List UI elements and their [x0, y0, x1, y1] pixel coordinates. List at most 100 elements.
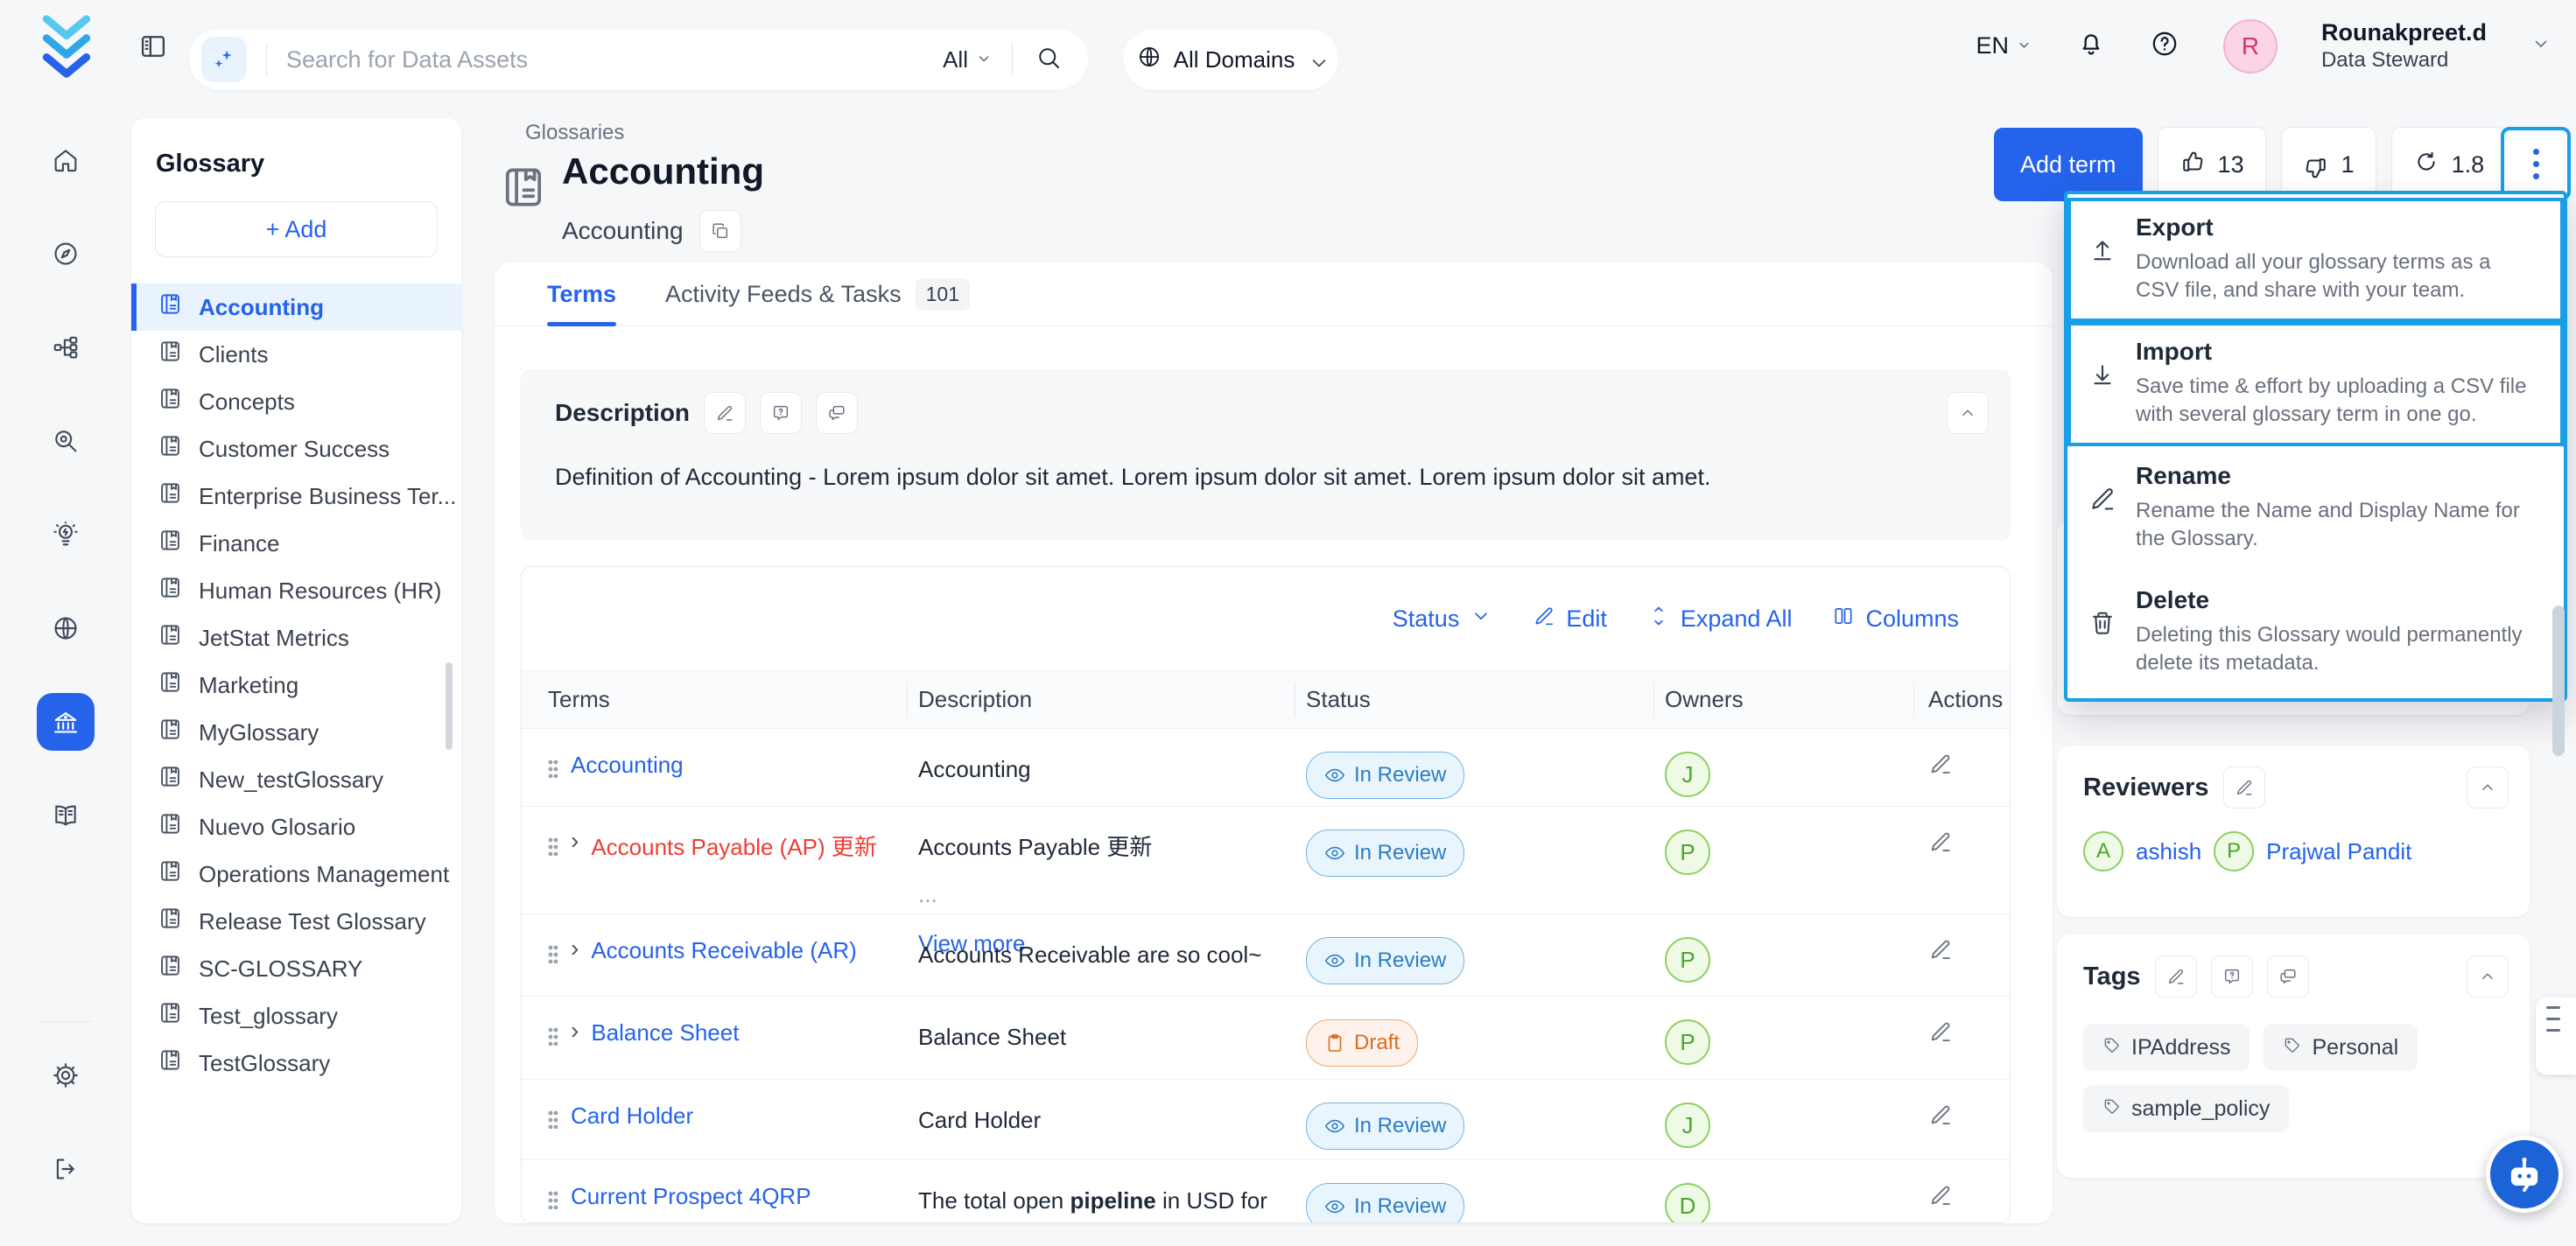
expand-all-button[interactable]: Expand All — [1647, 605, 1793, 634]
more-options-button[interactable] — [2501, 127, 2571, 200]
glossary-item[interactable]: New_testGlossary — [131, 756, 461, 803]
glossary-item[interactable]: Finance — [131, 520, 461, 567]
collapse-chevron-icon[interactable] — [2467, 956, 2509, 998]
tag-pill[interactable]: IPAddress — [2083, 1024, 2250, 1071]
menu-item-export[interactable]: ExportDownload all your glossary terms a… — [2067, 198, 2564, 322]
term-link[interactable]: Balance Sheet — [591, 1019, 739, 1046]
comments-icon[interactable] — [2267, 956, 2309, 998]
nav-settings[interactable] — [37, 1046, 95, 1104]
edit-row-pencil-icon[interactable] — [1928, 755, 1953, 781]
breadcrumb[interactable]: Glossaries — [525, 121, 624, 145]
glossary-item[interactable]: Enterprise Business Ter... — [131, 472, 461, 520]
expand-row-chevron-icon[interactable]: › — [571, 830, 579, 852]
term-link[interactable]: Accounts Payable (AP) 更新 — [591, 830, 877, 862]
reviewer-link[interactable]: ashish — [2136, 838, 2201, 865]
drag-handle-icon[interactable] — [548, 1190, 558, 1209]
edit-row-pencil-icon[interactable] — [1928, 941, 1953, 967]
owner-avatar[interactable]: D — [1665, 1183, 1710, 1223]
term-link[interactable]: Current Prospect 4QRP — [571, 1183, 811, 1210]
notifications-bell-icon[interactable] — [2076, 29, 2106, 63]
glossary-item[interactable]: SC-GLOSSARY — [131, 945, 461, 992]
glossary-item[interactable]: Operations Management — [131, 850, 461, 898]
expand-row-chevron-icon[interactable]: › — [571, 1019, 579, 1042]
edit-row-pencil-icon[interactable] — [1928, 833, 1953, 859]
owner-avatar[interactable]: P — [1665, 830, 1710, 875]
status-badge[interactable]: In Review — [1306, 752, 1464, 799]
help-icon[interactable] — [2150, 29, 2179, 63]
term-link[interactable]: Accounting — [571, 752, 684, 779]
glossary-scrollbar[interactable] — [446, 662, 453, 750]
owner-avatar[interactable]: J — [1665, 1102, 1710, 1148]
all-domains-dropdown[interactable]: All Domains — [1123, 29, 1338, 90]
term-link[interactable]: Accounts Receivable (AR) — [591, 937, 856, 964]
glossary-item[interactable]: TestGlossary — [131, 1040, 461, 1087]
status-badge[interactable]: In Review — [1306, 1183, 1464, 1223]
status-badge[interactable]: In Review — [1306, 937, 1464, 984]
glossary-item[interactable]: Concepts — [131, 378, 461, 425]
glossary-item[interactable]: Nuevo Glosario — [131, 803, 461, 850]
tag-pill[interactable]: sample_policy — [2083, 1085, 2289, 1132]
collapse-chevron-icon[interactable] — [2467, 766, 2509, 808]
glossary-item[interactable]: Human Resources (HR) — [131, 567, 461, 614]
glossary-item[interactable]: JetStat Metrics — [131, 614, 461, 662]
nav-discover[interactable] — [37, 412, 95, 470]
edge-widget[interactable] — [2536, 998, 2576, 1074]
glossary-item[interactable]: Clients — [131, 331, 461, 378]
menu-item-rename[interactable]: RenameRename the Name and Display Name f… — [2067, 446, 2564, 570]
drag-handle-icon[interactable] — [548, 1110, 558, 1129]
tab-terms[interactable]: Terms — [547, 262, 616, 326]
edit-pencil-icon[interactable] — [2223, 766, 2265, 808]
drag-handle-icon[interactable] — [548, 1026, 558, 1046]
glossary-item[interactable]: MyGlossary — [131, 709, 461, 756]
glossary-item[interactable]: Test_glossary — [131, 992, 461, 1040]
comment-question-icon[interactable] — [2211, 956, 2253, 998]
owner-avatar[interactable]: P — [1665, 1019, 1710, 1065]
language-dropdown[interactable]: EN — [1976, 32, 2032, 60]
nav-domains[interactable] — [37, 599, 95, 657]
reviewer-avatar[interactable]: P — [2214, 831, 2254, 872]
nav-insights[interactable] — [37, 506, 95, 564]
edit-row-pencil-icon[interactable] — [1928, 1106, 1953, 1132]
drag-handle-icon[interactable] — [548, 944, 558, 963]
status-badge[interactable]: In Review — [1306, 830, 1464, 877]
right-scrollbar[interactable] — [2552, 606, 2565, 756]
edit-row-pencil-icon[interactable] — [1928, 1186, 1953, 1213]
glossary-item[interactable]: Marketing — [131, 662, 461, 709]
collapse-chevron-icon[interactable] — [1947, 392, 1989, 434]
edit-pencil-icon[interactable] — [704, 392, 746, 434]
tag-pill[interactable]: Personal — [2264, 1024, 2418, 1071]
global-search-input[interactable]: Search for Data Assets All — [189, 29, 1088, 90]
search-icon[interactable] — [1035, 45, 1062, 75]
glossary-item[interactable]: Accounting — [131, 284, 461, 331]
term-link[interactable]: Card Holder — [571, 1102, 693, 1130]
status-badge[interactable]: Draft — [1306, 1019, 1418, 1067]
tab-activity-feeds[interactable]: Activity Feeds & Tasks 101 — [665, 262, 970, 326]
menu-item-import[interactable]: ImportSave time & effort by uploading a … — [2067, 322, 2564, 446]
nav-governance[interactable] — [37, 693, 95, 751]
nav-explore[interactable] — [37, 225, 95, 283]
edit-row-pencil-icon[interactable] — [1928, 1023, 1953, 1049]
comment-question-icon[interactable] — [760, 392, 802, 434]
edit-button[interactable]: Edit — [1533, 605, 1607, 634]
status-badge[interactable]: In Review — [1306, 1102, 1464, 1150]
user-avatar[interactable]: R — [2223, 19, 2278, 74]
chatbot-button[interactable] — [2486, 1136, 2563, 1213]
menu-item-delete[interactable]: DeleteDeleting this Glossary would perma… — [2067, 570, 2564, 695]
sidebar-toggle-icon[interactable] — [138, 32, 168, 66]
status-filter-dropdown[interactable]: Status — [1393, 605, 1493, 634]
nav-reference[interactable] — [37, 787, 95, 844]
drag-handle-icon[interactable] — [548, 759, 558, 778]
search-scope-dropdown[interactable]: All — [943, 46, 993, 74]
drag-handle-icon[interactable] — [548, 836, 558, 856]
glossary-item[interactable]: Customer Success — [131, 425, 461, 472]
user-info[interactable]: Rounakpreet.d Data Steward — [2321, 18, 2487, 74]
owner-avatar[interactable]: P — [1665, 937, 1710, 983]
comments-icon[interactable] — [816, 392, 858, 434]
ai-sparkles-icon[interactable] — [201, 37, 247, 82]
user-menu-chevron-icon[interactable] — [2530, 33, 2551, 59]
expand-row-chevron-icon[interactable]: › — [571, 937, 579, 960]
owner-avatar[interactable]: J — [1665, 752, 1710, 797]
nav-lineage[interactable] — [37, 318, 95, 376]
edit-pencil-icon[interactable] — [2155, 956, 2197, 998]
copy-icon[interactable] — [699, 210, 741, 252]
